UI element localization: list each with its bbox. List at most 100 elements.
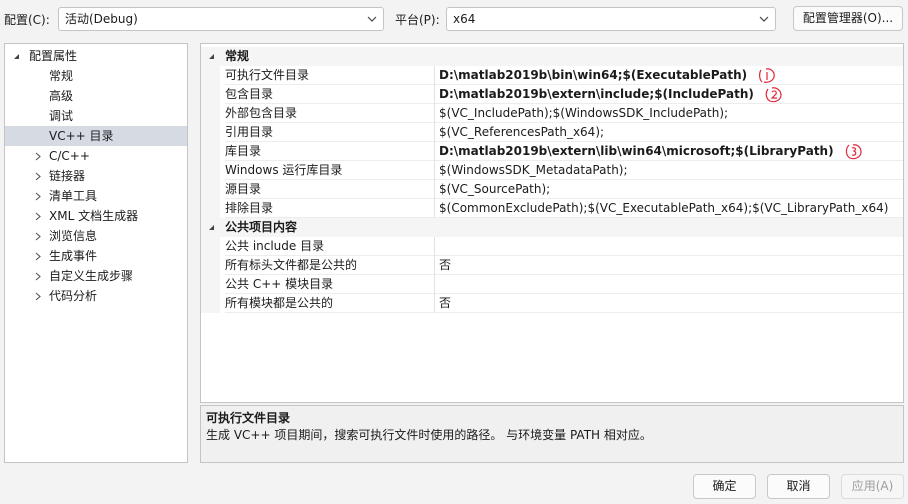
property-value[interactable]: $(WindowsSDK_MetadataPath); [435, 161, 903, 180]
platform-dropdown-value: x64 [453, 12, 476, 26]
expanded-triangle-icon[interactable] [206, 218, 216, 237]
property-name: 引用目录 [225, 123, 435, 142]
collapsed-chevron-icon[interactable] [33, 166, 43, 186]
platform-dropdown[interactable]: x64 [446, 7, 776, 31]
tree-item[interactable]: 自定义生成步骤 [5, 266, 187, 286]
property-value-text: D:\matlab2019b\extern\lib\win64\microsof… [439, 144, 834, 158]
property-grid[interactable]: 常规可执行文件目录 D:\matlab2019b\bin\win64;$(Exec… [200, 43, 904, 403]
apply-button[interactable]: 应用(A) [841, 474, 904, 499]
property-row[interactable]: 公共 C++ 模块目录 [201, 275, 903, 294]
tree-item-label: 链接器 [49, 169, 86, 183]
tree-item-label: 高级 [49, 89, 74, 103]
property-value[interactable]: $(CommonExcludePath);$(VC_ExecutablePath… [435, 199, 903, 218]
property-value-text: 否 [439, 258, 452, 272]
property-name: 排除目录 [225, 199, 435, 218]
tree-item[interactable]: 浏览信息 [5, 226, 187, 246]
platform-label: 平台(P): [395, 13, 440, 27]
tree-item[interactable]: 配置属性 [5, 46, 187, 66]
property-value[interactable]: $(VC_SourcePath); [435, 180, 903, 199]
property-value-text: 否 [439, 296, 452, 310]
tree-item-label: C/C++ [49, 149, 90, 163]
category-header[interactable]: 公共项目内容 [201, 218, 903, 237]
description-title: 可执行文件目录 [206, 411, 291, 425]
property-row[interactable]: 可执行文件目录 D:\matlab2019b\bin\win64;$(Execut… [201, 66, 903, 85]
row-gutter [201, 85, 220, 104]
handwritten-number-1-icon [757, 67, 777, 84]
tree-item-label: 代码分析 [49, 289, 98, 303]
row-gutter [201, 199, 220, 218]
tree-item-label: 配置属性 [29, 49, 78, 63]
collapsed-chevron-icon[interactable] [33, 246, 43, 266]
collapsed-chevron-icon[interactable] [33, 186, 43, 206]
property-value[interactable] [435, 275, 903, 294]
property-row[interactable]: 源目录 $(VC_SourcePath); [201, 180, 903, 199]
tree-item-label: VC++ 目录 [49, 129, 114, 143]
tree-item[interactable]: VC++ 目录 [5, 126, 187, 146]
tree-item[interactable]: C/C++ [5, 146, 187, 166]
handwritten-number-2-icon [764, 86, 784, 103]
property-value[interactable]: 否 [435, 256, 903, 275]
property-row[interactable]: 公共 include 目录 [201, 237, 903, 256]
row-gutter [201, 161, 220, 180]
config-dropdown-value: 活动(Debug) [65, 12, 138, 26]
row-gutter [201, 180, 220, 199]
property-value-text: D:\matlab2019b\bin\win64;$(ExecutablePat… [439, 68, 748, 82]
config-manager-button[interactable]: 配置管理器(O)... [793, 6, 903, 31]
tree-item-label: 常规 [49, 69, 74, 83]
chevron-down-icon [758, 8, 770, 30]
tree-item[interactable]: 高级 [5, 86, 187, 106]
property-row[interactable]: 引用目录 $(VC_ReferencesPath_x64); [201, 123, 903, 142]
handwritten-number-3-icon [844, 143, 864, 160]
property-value[interactable]: D:\matlab2019b\bin\win64;$(ExecutablePat… [435, 66, 903, 85]
property-name: 库目录 [225, 142, 435, 161]
category-label: 常规 [225, 49, 250, 63]
collapsed-chevron-icon[interactable] [33, 206, 43, 226]
property-row[interactable]: 所有标头文件都是公共的否 [201, 256, 903, 275]
property-name: 源目录 [225, 180, 435, 199]
property-row[interactable]: 包含目录 D:\matlab2019b\extern\include;$(Incl… [201, 85, 903, 104]
expanded-triangle-icon[interactable] [206, 47, 216, 66]
property-value[interactable]: D:\matlab2019b\extern\lib\win64\microsof… [435, 142, 903, 161]
tree-item[interactable]: XML 文档生成器 [5, 206, 187, 226]
collapsed-chevron-icon[interactable] [33, 286, 43, 306]
category-header[interactable]: 常规 [201, 47, 903, 66]
property-value-text: D:\matlab2019b\extern\include;$(IncludeP… [439, 87, 754, 101]
collapsed-chevron-icon[interactable] [33, 226, 43, 246]
expanded-triangle-icon[interactable] [11, 46, 21, 66]
description-text: 生成 VC++ 项目期间，搜索可执行文件时使用的路径。 与环境变量 PATH 相… [206, 428, 652, 442]
property-name: 所有模块都是公共的 [225, 294, 435, 313]
row-gutter [201, 256, 220, 275]
property-value[interactable]: $(VC_ReferencesPath_x64); [435, 123, 903, 142]
cancel-button[interactable]: 取消 [767, 474, 830, 499]
row-gutter [201, 275, 220, 294]
tree-item[interactable]: 生成事件 [5, 246, 187, 266]
property-row[interactable]: 所有模块都是公共的否 [201, 294, 903, 313]
property-value[interactable]: D:\matlab2019b\extern\include;$(IncludeP… [435, 85, 903, 104]
config-dropdown[interactable]: 活动(Debug) [58, 7, 384, 31]
collapsed-chevron-icon[interactable] [33, 266, 43, 286]
property-tree[interactable]: 配置属性常规高级调试 VC++ 目录 C/C++ 链接器清单工具 XML 文档生成器浏览… [4, 43, 188, 463]
chevron-down-icon [366, 8, 378, 30]
description-panel: 可执行文件目录 生成 VC++ 项目期间，搜索可执行文件时使用的路径。 与环境变… [200, 405, 904, 463]
tree-item[interactable]: 常规 [5, 66, 187, 86]
tree-item[interactable]: 清单工具 [5, 186, 187, 206]
property-row[interactable]: 库目录 D:\matlab2019b\extern\lib\win64\micro… [201, 142, 903, 161]
row-gutter [201, 123, 220, 142]
tree-item-label: 自定义生成步骤 [49, 269, 134, 283]
property-value[interactable]: $(VC_IncludePath);$(WindowsSDK_IncludePa… [435, 104, 903, 123]
row-gutter [201, 104, 220, 123]
property-row[interactable]: 外部包含目录 $(VC_IncludePath);$(WindowsSDK_Inc… [201, 104, 903, 123]
tree-item-label: 调试 [49, 109, 74, 123]
tree-item[interactable]: 链接器 [5, 166, 187, 186]
ok-button[interactable]: 确定 [693, 474, 756, 499]
tree-item[interactable]: 代码分析 [5, 286, 187, 306]
collapsed-chevron-icon[interactable] [33, 146, 43, 166]
property-value[interactable]: 否 [435, 294, 903, 313]
row-gutter [201, 294, 220, 313]
tree-item[interactable]: 调试 [5, 106, 187, 126]
property-value-text: $(VC_ReferencesPath_x64); [439, 125, 605, 139]
property-value[interactable] [435, 237, 903, 256]
property-row[interactable]: Windows 运行库目录 $(WindowsSDK_MetadataPath); [201, 161, 903, 180]
property-row[interactable]: 排除目录 $(CommonExcludePath);$(VC_Executable… [201, 199, 903, 218]
tree-item-label: 浏览信息 [49, 229, 98, 243]
